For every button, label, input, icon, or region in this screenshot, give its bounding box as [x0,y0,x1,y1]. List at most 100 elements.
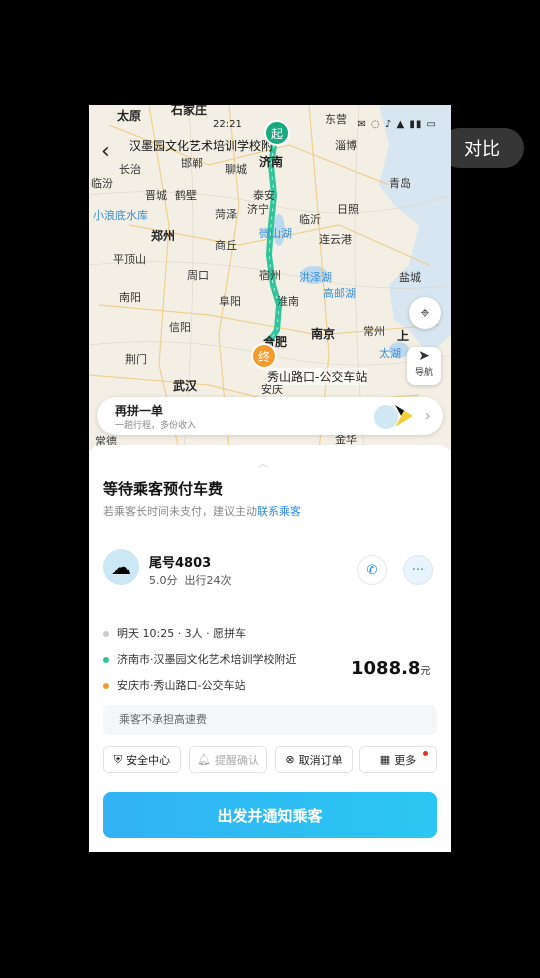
cancel-order-button[interactable]: ⊗ 取消订单 [275,746,353,773]
end-location-label: 秀山路口-公交车站 [267,368,368,385]
chevron-right-icon[interactable]: › [426,661,432,677]
map-city-label: 连云港 [319,233,352,246]
toll-note: 乘客不承担高速费 [103,705,437,735]
map-city-label: 日照 [337,203,359,216]
destination-address: 安庆市·秀山路口-公交车站 [117,679,246,692]
remind-label: 提醒确认 [214,753,259,767]
status-time: 22:21 [213,119,242,130]
map-city-label: 淄博 [335,139,357,152]
passenger-avatar: ☁ [103,549,139,585]
map-city-label: 常州 [363,325,385,338]
order-sheet: ︿ 等待乘客预付车费 若乘客长时间未支付，建议主动联系乘客 ☁ 尾号4803 5… [89,445,451,852]
order-status-title: 等待乘客预付车费 [103,480,224,498]
order-status-subtitle: 若乘客长时间未支付，建议主动联系乘客 [103,503,301,519]
locate-button[interactable]: ⌖ [409,297,441,329]
destination-dot [103,683,109,689]
locate-icon: ⌖ [420,303,430,322]
chevron-right-icon: › [424,406,431,425]
phone-icon: ✆ [366,562,378,578]
map-city-label: 临沂 [299,213,321,226]
ghost-avatar-icon: ☁ [111,555,131,579]
map-city-label: 平顶山 [113,253,146,266]
status-icons: ✉ ◌ ♪ ▲ ▮▮ ▭ [357,119,437,130]
more-button[interactable]: ▦ 更多 [359,746,437,773]
map-city-label: 周口 [187,269,209,282]
more-label: 更多 [394,753,417,767]
pool-another-order-card[interactable]: 再拼一单 一趟行程，多份收入 › [97,397,443,435]
map-city-label: 阜阳 [219,295,241,308]
start-marker: 起 [264,120,290,146]
cancel-label: 取消订单 [298,753,343,767]
passenger-tail-number: 尾号4803 [149,556,212,571]
trip-info-row: 明天 10:25 · 3人 · 愿拼车 [103,625,246,641]
map-city-label: 郑州 [151,229,176,243]
map-city-label: 商丘 [215,239,237,252]
sheet-handle-icon[interactable]: ︿ [258,455,268,470]
navigation-label: 导航 [414,368,433,378]
passenger-stats: 5.0分 出行24次 [149,572,232,588]
destination-row: 安庆市·秀山路口-公交车站 [103,677,245,693]
map-city-label: 南阳 [119,291,141,304]
phone-screen: 22:21 ✉ ◌ ♪ ▲ ▮▮ ▭ ‹ 汉墨园文化艺术培训学校附 太原 石家庄东… [89,105,451,852]
map-location-title: 汉墨园文化艺术培训学校附 [129,139,274,153]
safety-center-button[interactable]: ⛨ 安全中心 [103,746,181,773]
depart-notify-button[interactable]: 出发并通知乘客 [103,792,437,838]
map-city-label: 太湖 [379,347,401,360]
fare-value: 1088.8 [351,658,421,679]
map-city-label: 小浪底水库 [93,209,148,222]
map-city-label: 信阳 [169,321,191,334]
shield-icon: ⛨ [113,752,123,766]
pool-card-subtitle: 一趟行程，多份收入 [115,421,197,431]
remind-confirm-button[interactable]: 🔔︎ 提醒确认 [189,746,267,773]
navigation-icon: ➤ [418,348,430,364]
message-passenger-button[interactable]: ··· [403,555,433,585]
map-city-label: 邯郸 [181,157,203,170]
map-city-label: 晋城 [145,189,167,202]
map-city-label: 长治 [119,163,141,176]
map-city-label: 高邮湖 [323,287,356,300]
chat-icon: ··· [411,562,425,578]
map-city-label: 上 [397,329,410,343]
contact-passenger-link[interactable]: 联系乘客 [257,505,301,518]
origin-row: 济南市·汉墨园文化艺术培训学校附近 [103,651,297,667]
map-city-label: 济宁 [247,203,269,216]
end-marker: 终 [251,343,277,369]
origin-address: 济南市·汉墨园文化艺术培训学校附近 [117,653,297,666]
map-city-label: 微山湖 [259,227,292,240]
origin-dot [103,657,109,663]
map-city-label: 石家庄 [171,105,208,117]
call-passenger-button[interactable]: ✆ [357,555,387,585]
map-city-label: 太原 [117,109,142,123]
map-city-label: 菏泽 [215,208,237,221]
route-map[interactable]: 22:21 ✉ ◌ ♪ ▲ ▮▮ ▭ ‹ 汉墨园文化艺术培训学校附 太原 石家庄东… [89,105,451,450]
map-city-label: 荆门 [125,353,147,366]
passenger-rating: 5.0分 [149,574,178,587]
trip-info-dot [103,631,109,637]
navigation-button[interactable]: ➤ 导航 [407,347,441,385]
map-city-label: 盐城 [399,271,421,284]
safety-label: 安全中心 [126,753,171,767]
map-city-label: 临汾 [91,177,113,190]
map-city-label: 南京 [311,327,336,341]
compare-button[interactable]: 对比 [440,128,524,168]
grid-icon: ▦ [379,753,391,766]
map-city-label: 武汉 [173,379,198,393]
map-city-label: 鹤壁 [175,189,197,202]
trip-info: 明天 10:25 · 3人 · 愿拼车 [117,627,247,640]
notification-dot [423,751,428,756]
map-city-label: 东营 [325,113,347,126]
map-city-label: 青岛 [389,177,411,190]
pool-avatar-icon [373,404,399,430]
map-city-label: 聊城 [225,163,247,176]
map-city-label: 洪泽湖 [299,271,332,284]
bell-icon: 🔔︎ [197,753,211,766]
subtitle-text: 若乘客长时间未支付，建议主动 [103,505,257,518]
close-circle-icon: ⊗ [285,753,295,766]
map-city-label: 宿州 [259,269,281,282]
pool-card-title: 再拼一单 [115,404,164,418]
fare-amount[interactable]: 1088.8元 [351,658,430,679]
passenger-trips: 出行24次 [184,574,232,587]
map-city-label: 淮南 [277,295,299,308]
back-icon[interactable]: ‹ [101,139,110,164]
map-city-label: 济南 [259,155,284,169]
